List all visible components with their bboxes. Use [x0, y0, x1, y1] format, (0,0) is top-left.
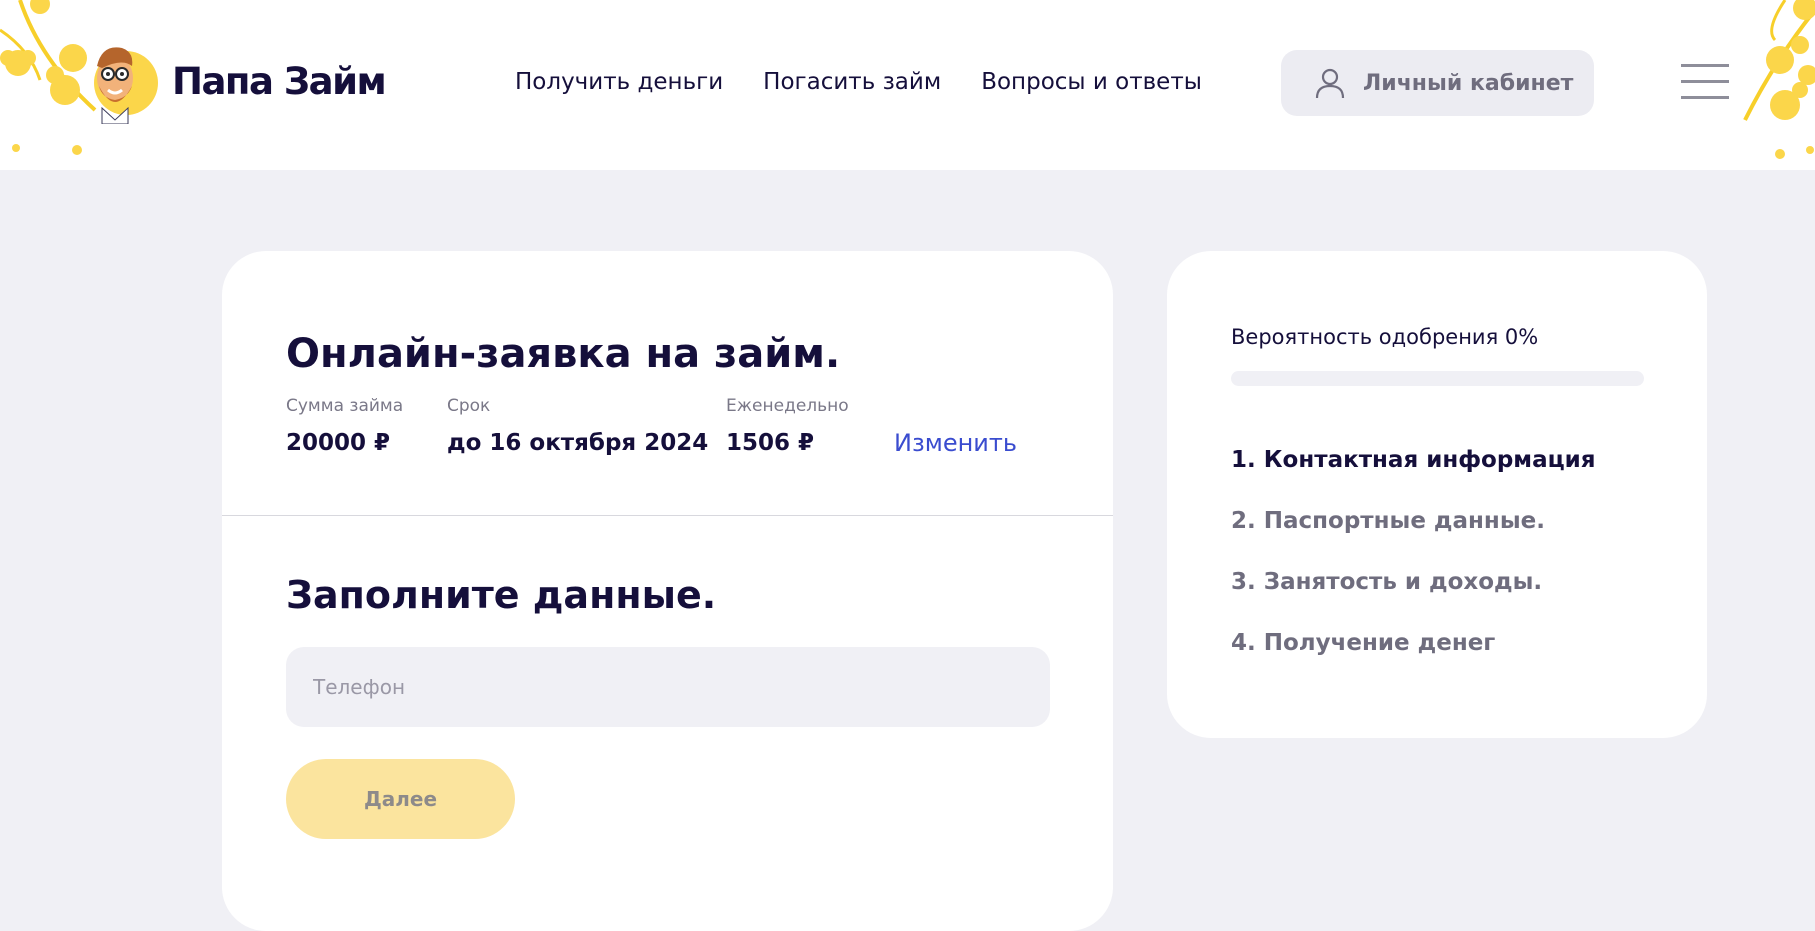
- main-nav: Получить деньги Погасить займ Вопросы и …: [515, 69, 1242, 95]
- change-loan-link[interactable]: Изменить: [894, 429, 1017, 457]
- progress-card: Вероятность одобрения 0% 1. Контактная и…: [1167, 251, 1707, 738]
- steps-list: 1. Контактная информация 2. Паспортные д…: [1231, 447, 1596, 691]
- logo[interactable]: Папа Займ: [82, 38, 387, 124]
- application-card: Онлайн-заявка на займ. Сумма займа 20000…: [222, 251, 1113, 931]
- step-passport-data: 2. Паспортные данные.: [1231, 508, 1545, 534]
- site-header: Папа Займ Получить деньги Погасить займ …: [0, 0, 1815, 170]
- personal-cabinet-button[interactable]: Личный кабинет: [1281, 50, 1594, 116]
- loan-amount-value: 20000 ₽: [286, 430, 391, 456]
- loan-weekly: Еженедельно 1506 ₽: [726, 396, 849, 456]
- loan-term-value: до 16 октября 2024: [447, 430, 709, 456]
- loan-amount-label: Сумма займа: [286, 396, 404, 416]
- logo-avatar-icon: [94, 47, 158, 124]
- loan-term: Срок до 16 октября 2024: [447, 396, 708, 456]
- application-title: Онлайн-заявка на займ.: [286, 331, 841, 377]
- nav-link-repay-loan[interactable]: Погасить займ: [763, 69, 941, 95]
- menu-icon[interactable]: [1681, 64, 1731, 102]
- approval-probability-bar: [1231, 371, 1644, 386]
- step-receive-money: 4. Получение денег: [1231, 630, 1496, 656]
- loan-term-label: Срок: [447, 396, 491, 416]
- next-button[interactable]: Далее: [286, 759, 515, 839]
- loan-weekly-value: 1506 ₽: [726, 430, 815, 456]
- step-contact-info: 1. Контактная информация: [1231, 447, 1596, 473]
- logo-text: Папа Займ: [172, 59, 387, 103]
- step-employment-income: 3. Занятость и доходы.: [1231, 569, 1543, 595]
- approval-probability-label: Вероятность одобрения 0%: [1231, 325, 1539, 349]
- nav-link-faq[interactable]: Вопросы и ответы: [981, 69, 1202, 95]
- loan-weekly-label: Еженедельно: [726, 396, 849, 416]
- personal-cabinet-label: Личный кабинет: [1363, 70, 1574, 96]
- user-icon: [1315, 68, 1345, 99]
- nav-link-get-money[interactable]: Получить деньги: [515, 69, 723, 95]
- divider: [222, 515, 1113, 516]
- form-title: Заполните данные.: [286, 573, 717, 617]
- loan-amount: Сумма займа 20000 ₽: [286, 396, 403, 456]
- phone-input[interactable]: [286, 647, 1050, 727]
